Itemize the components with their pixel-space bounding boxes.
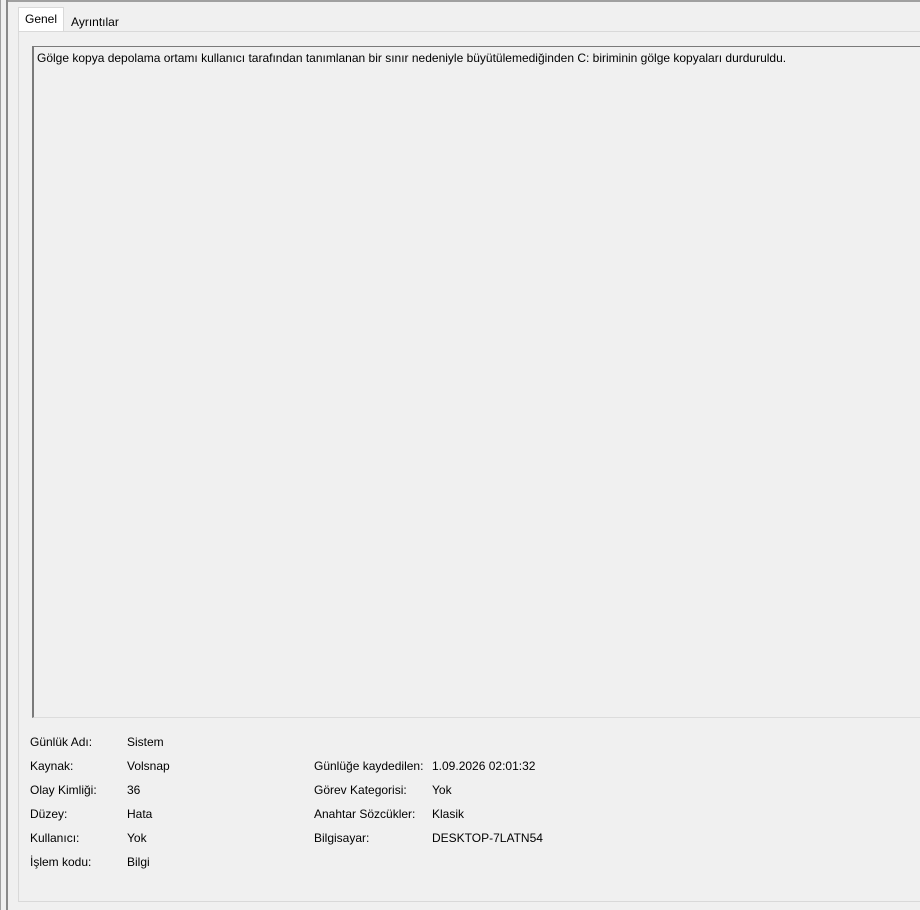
tab-general[interactable]: Genel: [18, 7, 65, 31]
tab-page-bottom-edge: [18, 901, 920, 902]
computer-label: Bilgisayar:: [314, 831, 370, 845]
source-value[interactable]: Volsnap: [127, 759, 170, 774]
task-category-label: Görev Kategorisi:: [314, 783, 407, 797]
event-id-value[interactable]: 36: [127, 783, 140, 798]
log-name-value[interactable]: Sistem: [127, 735, 164, 750]
tab-strip: Genel Ayrıntılar: [18, 7, 126, 31]
source-label: Kaynak:: [30, 759, 74, 773]
opcode-label: İşlem kodu:: [30, 855, 92, 869]
level-label: Düzey:: [30, 807, 68, 821]
event-description-text: Gölge kopya depolama ortamı kullanıcı ta…: [37, 51, 787, 65]
window-left-edge: [0, 0, 8, 910]
event-id-label: Olay Kimliği:: [30, 783, 97, 797]
logged-label: Günlüğe kaydedilen:: [314, 759, 424, 773]
tab-details[interactable]: Ayrıntılar: [64, 10, 126, 31]
task-category-value[interactable]: Yok: [432, 783, 452, 798]
opcode-value[interactable]: Bilgi: [127, 855, 150, 870]
log-name-label: Günlük Adı:: [30, 735, 93, 749]
user-label: Kullanıcı:: [30, 831, 80, 845]
computer-value[interactable]: DESKTOP-7LATN54: [432, 831, 543, 846]
window-top-edge: [0, 0, 920, 2]
keywords-value[interactable]: Klasik: [432, 807, 464, 822]
logged-value[interactable]: 1.09.2026 02:01:32: [432, 759, 535, 774]
user-value[interactable]: Yok: [127, 831, 147, 846]
keywords-label: Anahtar Sözcükler:: [314, 807, 416, 821]
event-description-box[interactable]: Gölge kopya depolama ortamı kullanıcı ta…: [32, 46, 920, 718]
level-value[interactable]: Hata: [127, 807, 152, 822]
